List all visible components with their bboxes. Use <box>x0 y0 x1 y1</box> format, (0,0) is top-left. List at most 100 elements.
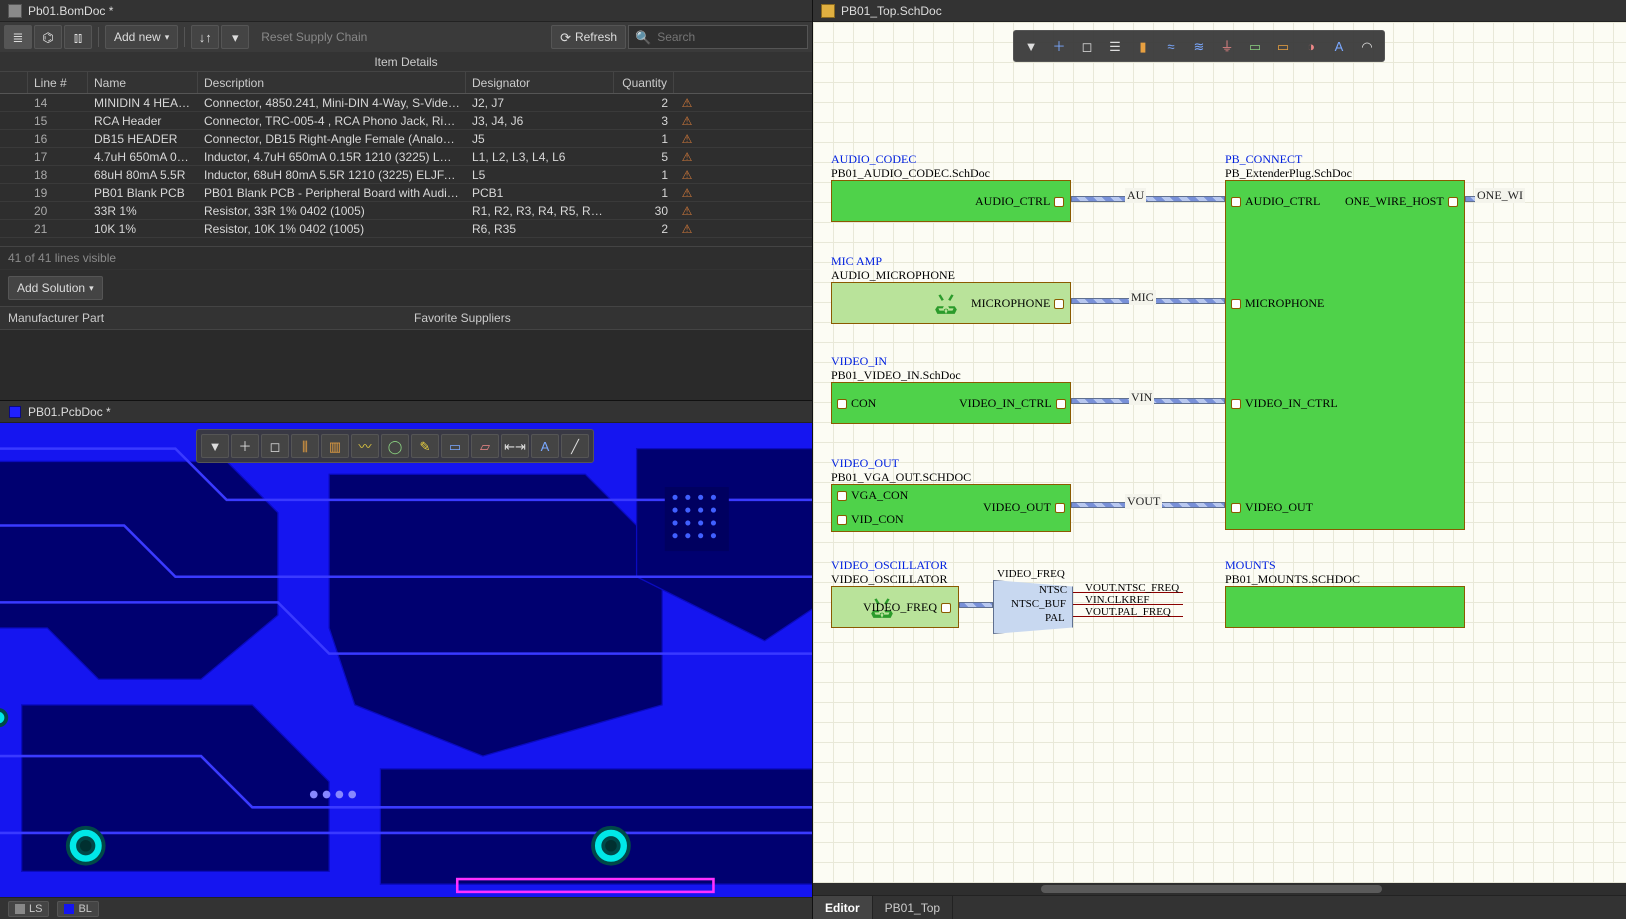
add-new-button[interactable]: Add new▾ <box>105 25 178 49</box>
route-icon[interactable]: 〰 <box>351 434 379 458</box>
status-chip-bl[interactable]: BL <box>57 901 98 917</box>
sch-toolbar: ▼ ＋ ◻ ☰ ▮ ≈ ≋ ⏚ ▭ ▭ ◑ A ◠ <box>1013 30 1385 62</box>
table-row[interactable]: 15RCA HeaderConnector, TRC-005-4 , RCA P… <box>0 112 812 130</box>
select-rect-icon[interactable]: ◻ <box>261 434 289 458</box>
net-ntsc-freq: VOUT.NTSC_FREQ <box>1085 582 1179 594</box>
netlabel-icon[interactable]: ▭ <box>1270 35 1296 57</box>
refresh-button[interactable]: ⟳Refresh <box>551 25 626 49</box>
add-solution-button[interactable]: Add Solution▾ <box>8 276 103 300</box>
via-icon[interactable]: ◯ <box>381 434 409 458</box>
bom-file-icon <box>8 4 22 18</box>
part-icon[interactable]: ▮ <box>1130 35 1156 57</box>
sch-title: PB01_Top.SchDoc <box>841 4 942 18</box>
align-icon[interactable]: ⫼ <box>291 434 319 458</box>
line-icon[interactable]: ╱ <box>561 434 589 458</box>
filter-icon[interactable]: ▼ <box>201 434 229 458</box>
sort-button[interactable]: ↓↑ <box>191 25 219 49</box>
bus-label-vin: VIN <box>1129 390 1154 405</box>
table-row[interactable]: 2110K 1%Resistor, 10K 1% 0402 (1005)R6, … <box>0 220 812 238</box>
port-pb-video-out[interactable]: VIDEO_OUT <box>1231 500 1313 515</box>
port-pb-audio-ctrl[interactable]: AUDIO_CTRL <box>1231 194 1320 209</box>
text-icon[interactable]: A <box>1326 35 1352 57</box>
table-row[interactable]: 14MINIDIN 4 HEADERConnector, 4850.241, M… <box>0 94 812 112</box>
sch-content: AUDIO_CODEC PB01_AUDIO_CODEC.SchDoc AUDI… <box>813 22 1626 883</box>
pcb-toolbar: ▼ ＋ ◻ ⫼ ▥ 〰 ◯ ✎ ▭ ▱ ⇤⇥ A ╱ <box>196 429 594 463</box>
port-video-in-ctrl-out[interactable]: VIDEO_IN_CTRL <box>959 396 1066 411</box>
reset-supply-chain[interactable]: Reset Supply Chain <box>251 30 377 44</box>
port-icon[interactable]: ▭ <box>1242 35 1268 57</box>
arc-icon[interactable]: ◠ <box>1354 35 1380 57</box>
view-chart-button[interactable]: ⫾⫾ <box>64 25 92 49</box>
crosshair-icon[interactable]: ＋ <box>231 434 259 458</box>
table-row[interactable]: 174.7uH 650mA 0.15RInductor, 4.7uH 650mA… <box>0 148 812 166</box>
col-desig[interactable]: Designator <box>466 72 614 93</box>
grid-title: Item Details <box>0 52 812 72</box>
block-mounts-title: MOUNTS PB01_MOUNTS.SCHDOC <box>1225 558 1360 586</box>
search-box[interactable]: 🔍 <box>628 25 808 49</box>
sub-columns: Manufacturer Part Favorite Suppliers <box>0 306 812 330</box>
port-pb-video-in-ctrl[interactable]: VIDEO_IN_CTRL <box>1231 396 1338 411</box>
tab-pb01-top[interactable]: PB01_Top <box>873 896 953 919</box>
port-pb-microphone[interactable]: MICROPHONE <box>1231 296 1324 311</box>
status-chip-ls[interactable]: LS <box>8 901 49 917</box>
grid-header: Line # Name Description Designator Quant… <box>0 72 812 94</box>
col-name[interactable]: Name <box>88 72 198 93</box>
pcb-status-bar: LS BL <box>0 897 812 919</box>
block-pb-connect-title: PB_CONNECT PB_ExtenderPlug.SchDoc <box>1225 152 1352 180</box>
port-one-wire-host[interactable]: ONE_WIRE_HOST <box>1345 194 1458 209</box>
bus-icon[interactable]: ≋ <box>1186 35 1212 57</box>
block-mounts[interactable] <box>1225 586 1465 628</box>
grid-body[interactable]: 14MINIDIN 4 HEADERConnector, 4850.241, M… <box>0 94 812 246</box>
crosshair-icon[interactable]: ＋ <box>1046 35 1072 57</box>
pcb-panel: PB01.PcbDoc * ▼ ＋ ◻ ⫼ ▥ 〰 ◯ ✎ ▭ ▱ ⇤⇥ A ╱ <box>0 401 812 919</box>
port-video-freq[interactable]: VIDEO_FREQ <box>863 600 951 615</box>
pcb-canvas[interactable]: ▼ ＋ ◻ ⫼ ▥ 〰 ◯ ✎ ▭ ▱ ⇤⇥ A ╱ <box>0 423 812 897</box>
view-list-button[interactable]: ≣ <box>4 25 32 49</box>
probe-icon[interactable]: ◑ <box>1298 35 1324 57</box>
pcb-file-icon <box>8 405 22 419</box>
pcb-titlebar: PB01.PcbDoc * <box>0 401 812 423</box>
dim-icon[interactable]: ⇤⇥ <box>501 434 529 458</box>
port-vga-con[interactable]: VGA_CON <box>837 488 908 503</box>
bom-toolbar: ≣ ⌬ ⫾⫾ Add new▾ ↓↑ ▾ Reset Supply Chain … <box>0 22 812 52</box>
col-desc[interactable]: Description <box>198 72 466 93</box>
col-fav[interactable]: Favorite Suppliers <box>406 307 812 329</box>
block-pb-connect[interactable] <box>1225 180 1465 530</box>
port-microphone-out[interactable]: MICROPHONE <box>971 296 1064 311</box>
port-con[interactable]: CON <box>837 396 876 411</box>
col-line[interactable]: Line # <box>28 72 88 93</box>
tab-editor[interactable]: Editor <box>813 896 873 919</box>
schematic-canvas[interactable]: ▼ ＋ ◻ ☰ ▮ ≈ ≋ ⏚ ▭ ▭ ◑ A ◠ AUDIO_CODEC PB… <box>813 22 1626 883</box>
col-mfr[interactable]: Manufacturer Part <box>0 307 406 329</box>
wire-icon[interactable]: ≈ <box>1158 35 1184 57</box>
view-tree-button[interactable]: ⌬ <box>34 25 62 49</box>
col-qty[interactable]: Quantity <box>614 72 674 93</box>
select-rect-icon[interactable]: ◻ <box>1074 35 1100 57</box>
layer-icon[interactable]: ▭ <box>441 434 469 458</box>
table-row[interactable]: 16DB15 HEADERConnector, DB15 Right-Angle… <box>0 130 812 148</box>
table-row[interactable]: 2033R 1%Resistor, 33R 1% 0402 (1005)R1, … <box>0 202 812 220</box>
net-clkref: VIN.CLKREF <box>1085 594 1149 606</box>
port-video-out-out[interactable]: VIDEO_OUT <box>983 500 1065 515</box>
search-input[interactable] <box>657 30 801 44</box>
bus-label-mic: MIC <box>1129 290 1156 305</box>
poly-icon[interactable]: ▱ <box>471 434 499 458</box>
text-icon[interactable]: A <box>531 434 559 458</box>
gnd-icon[interactable]: ⏚ <box>1214 35 1240 57</box>
pcb-title: PB01.PcbDoc * <box>28 405 111 419</box>
block-video-in-title: VIDEO_IN PB01_VIDEO_IN.SchDoc <box>831 354 961 382</box>
bus-au <box>1071 196 1225 202</box>
table-row[interactable]: 1868uH 80mA 5.5RInductor, 68uH 80mA 5.5R… <box>0 166 812 184</box>
table-row[interactable]: 19PB01 Blank PCBPB01 Blank PCB - Periphe… <box>0 184 812 202</box>
probe-icon[interactable]: ✎ <box>411 434 439 458</box>
sort-drop-button[interactable]: ▾ <box>221 25 249 49</box>
port-vid-con[interactable]: VID_CON <box>837 512 904 527</box>
filter-icon[interactable]: ▼ <box>1018 35 1044 57</box>
stack-icon[interactable]: ▥ <box>321 434 349 458</box>
sch-hscrollbar[interactable] <box>813 883 1626 895</box>
align-icon[interactable]: ☰ <box>1102 35 1128 57</box>
port-audio-ctrl-out[interactable]: AUDIO_CTRL <box>975 194 1064 209</box>
sch-tabs: Editor PB01_Top <box>813 895 1626 919</box>
block-video-out-title: VIDEO_OUT PB01_VGA_OUT.SCHDOC <box>831 456 971 484</box>
bus-label-onewire: ONE_WI <box>1475 188 1525 203</box>
